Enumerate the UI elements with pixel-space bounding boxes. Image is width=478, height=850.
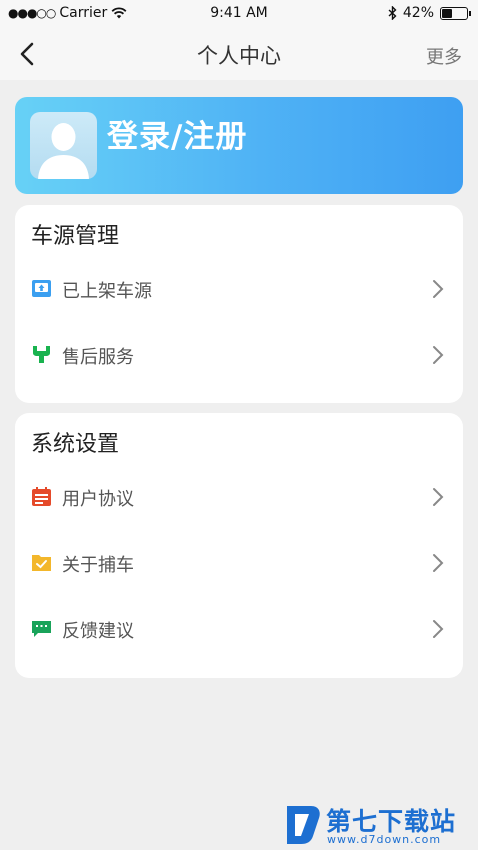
- chevron-right-icon: [433, 554, 444, 572]
- chat-icon: [32, 621, 51, 637]
- menu-item-listed-vehicles[interactable]: 已上架车源: [15, 262, 463, 316]
- chevron-right-icon: [433, 346, 444, 364]
- battery-level: [442, 8, 452, 18]
- battery-percent: 42%: [402, 5, 434, 21]
- nav-bar: 个人中心 更多: [0, 28, 478, 80]
- menu-item-user-agreement[interactable]: 用户协议: [15, 470, 463, 524]
- wrench-icon: [33, 346, 50, 363]
- page-title: 个人中心: [197, 44, 281, 68]
- bluetooth-icon: [388, 6, 397, 20]
- watermark-logo-icon: [287, 806, 320, 844]
- folder-check-icon: [32, 555, 51, 571]
- status-bar: ●●●○○ Carrier 9:41 AM 42%: [0, 0, 478, 28]
- system-settings-section: 系统设置 用户协议 关于捕车 反馈建议: [15, 413, 463, 678]
- chevron-right-icon: [433, 280, 444, 298]
- menu-item-about[interactable]: 关于捕车: [15, 536, 463, 590]
- status-right: 42%: [388, 5, 471, 21]
- car-listing-icon: [32, 280, 51, 297]
- login-register-card[interactable]: 登录/注册: [15, 97, 463, 194]
- section-title: 车源管理: [31, 224, 120, 249]
- watermark-url: www.d7down.com: [327, 833, 442, 846]
- user-avatar-icon: [38, 123, 89, 179]
- menu-item-label: 已上架车源: [62, 281, 152, 302]
- vehicle-management-section: 车源管理 已上架车源 售后服务: [15, 205, 463, 403]
- battery-icon: [440, 6, 471, 20]
- menu-item-after-sales[interactable]: 售后服务: [15, 328, 463, 382]
- menu-item-label: 售后服务: [62, 347, 134, 368]
- menu-item-feedback[interactable]: 反馈建议: [15, 602, 463, 656]
- chevron-right-icon: [433, 620, 444, 638]
- watermark: 第七下载站 www.d7down.com: [283, 800, 478, 850]
- calendar-icon: [32, 487, 51, 506]
- menu-item-label: 用户协议: [62, 489, 134, 510]
- section-title: 系统设置: [31, 432, 120, 457]
- login-register-label: 登录/注册: [107, 119, 248, 155]
- avatar: [30, 112, 97, 179]
- menu-item-label: 关于捕车: [62, 555, 134, 576]
- menu-item-label: 反馈建议: [62, 621, 134, 642]
- more-button[interactable]: 更多: [426, 43, 462, 69]
- chevron-right-icon: [433, 488, 444, 506]
